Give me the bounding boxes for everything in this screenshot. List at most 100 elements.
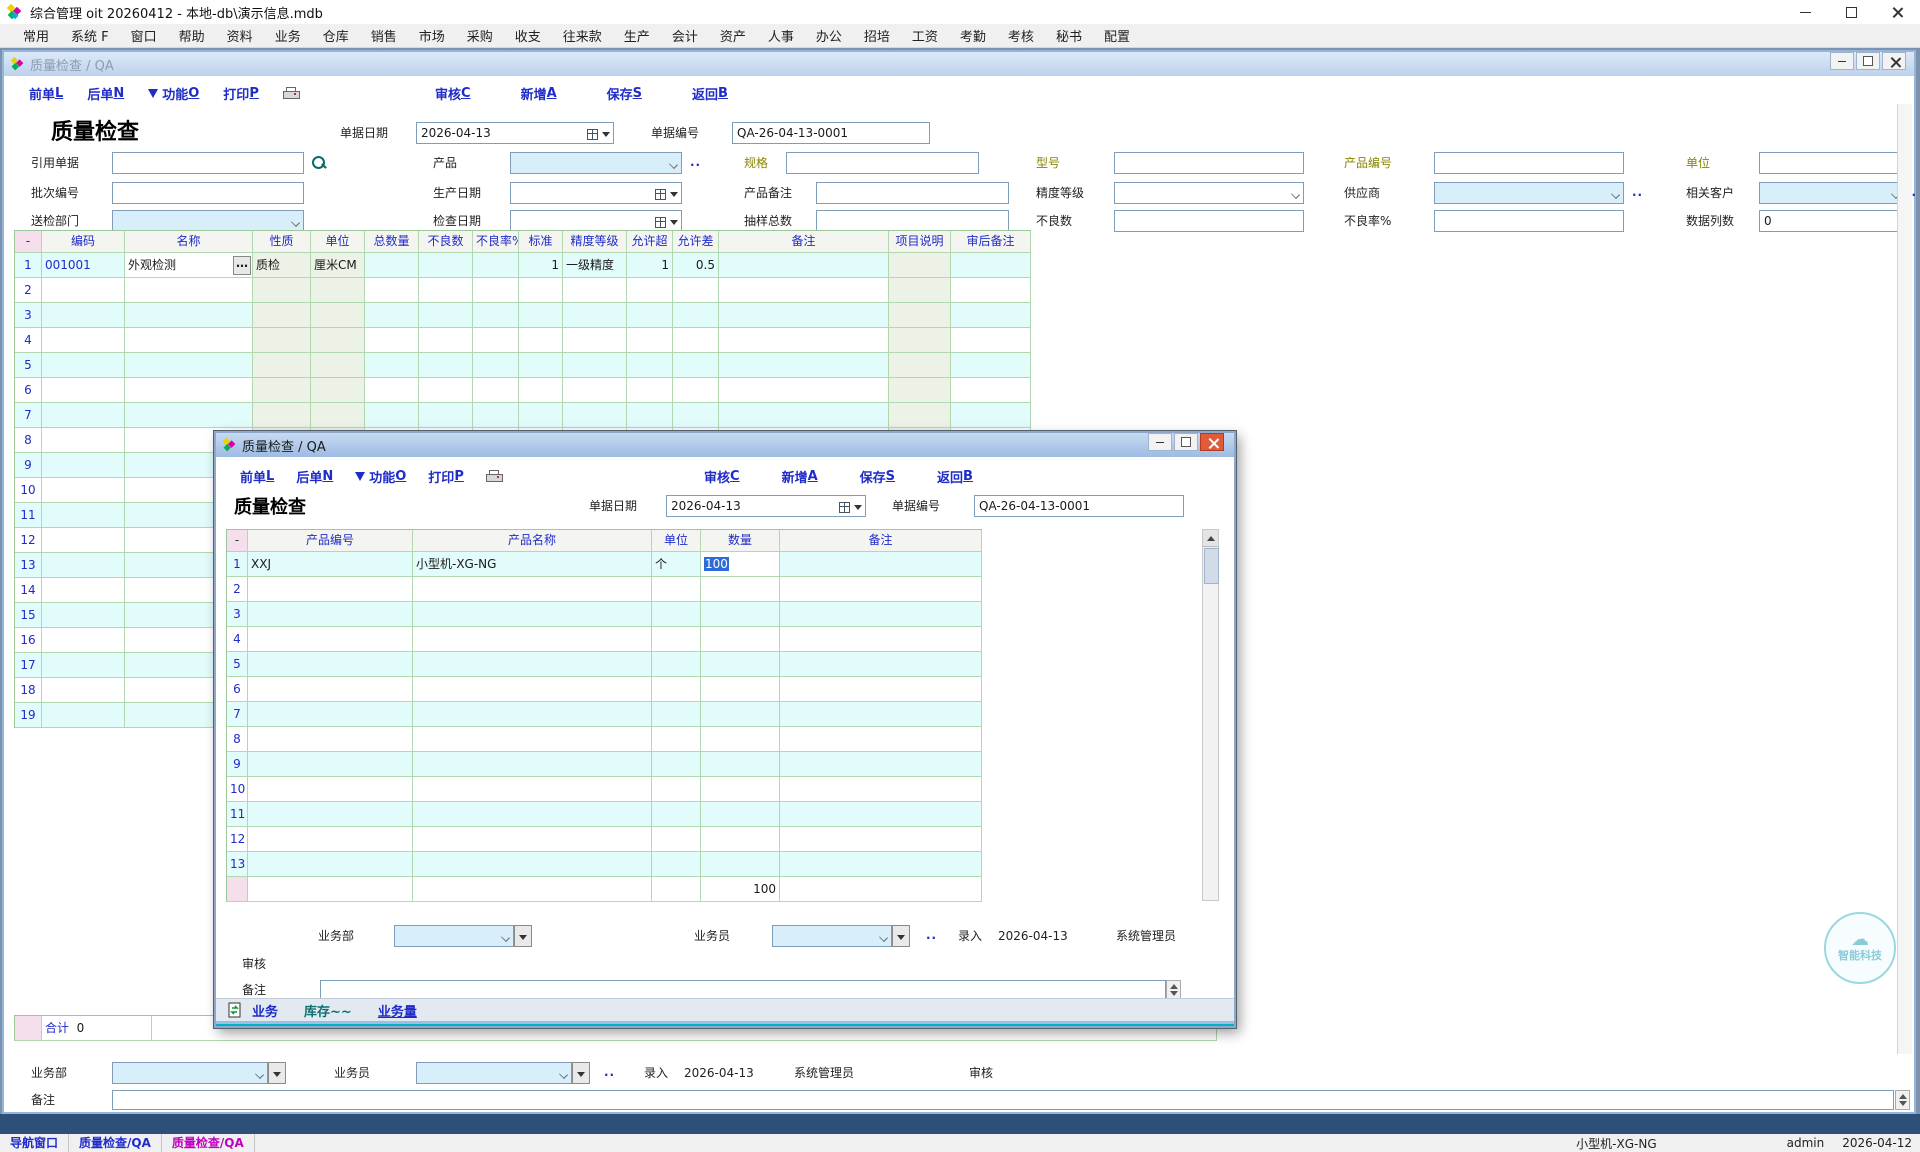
- grid-cell[interactable]: [652, 652, 701, 677]
- grid-cell[interactable]: [889, 403, 951, 428]
- grid-cell[interactable]: [563, 353, 627, 378]
- grid-cell[interactable]: [473, 353, 519, 378]
- grid-cell[interactable]: [365, 353, 419, 378]
- grid-cell[interactable]: [519, 403, 563, 428]
- grid-cell[interactable]: [42, 453, 125, 478]
- grid-cell[interactable]: [42, 628, 125, 653]
- grid-cell[interactable]: [413, 702, 652, 727]
- grid-cell[interactable]: [780, 752, 982, 777]
- grid-cell[interactable]: [889, 303, 951, 328]
- supplier-dropdown[interactable]: [1434, 182, 1624, 204]
- grid-cell[interactable]: [673, 278, 719, 303]
- grid-cell[interactable]: [473, 253, 519, 278]
- grid-cell[interactable]: [673, 403, 719, 428]
- grid-cell[interactable]: [413, 727, 652, 752]
- note-input[interactable]: [320, 980, 1166, 1000]
- doc-date-input[interactable]: 2026-04-13: [416, 122, 614, 144]
- grid-cell[interactable]: XXJ: [248, 552, 413, 577]
- minimize-button[interactable]: [1782, 0, 1828, 24]
- row-selector[interactable]: 2: [227, 577, 248, 602]
- column-header[interactable]: 项目说明: [889, 231, 951, 253]
- prod-date-input[interactable]: [510, 182, 682, 204]
- menu-item-4[interactable]: 资料: [216, 23, 264, 48]
- grid-cell[interactable]: [42, 278, 125, 303]
- close-button[interactable]: [1874, 0, 1920, 24]
- grid-cell[interactable]: [248, 677, 413, 702]
- grid-cell[interactable]: [125, 303, 253, 328]
- dropdown-arrow-icon[interactable]: [854, 505, 862, 510]
- row-selector[interactable]: 15: [15, 603, 42, 628]
- grid-cell[interactable]: [627, 353, 673, 378]
- column-header[interactable]: 单位: [311, 231, 365, 253]
- row-selector[interactable]: 11: [15, 503, 42, 528]
- column-header[interactable]: 标准: [519, 231, 563, 253]
- grid-cell[interactable]: 一级精度: [563, 253, 627, 278]
- column-header[interactable]: 备注: [719, 231, 889, 253]
- grid-cell[interactable]: [673, 328, 719, 353]
- grid-cell[interactable]: [701, 652, 780, 677]
- grid-cell[interactable]: [125, 353, 253, 378]
- grid-cell[interactable]: [413, 827, 652, 852]
- grid-cell[interactable]: [253, 278, 311, 303]
- back-button[interactable]: 返回B: [937, 467, 973, 486]
- grid-cell[interactable]: [652, 702, 701, 727]
- grid-cell[interactable]: [365, 303, 419, 328]
- dept-dropdown[interactable]: [112, 210, 304, 232]
- grid-cell[interactable]: [627, 328, 673, 353]
- grid-cell[interactable]: [253, 403, 311, 428]
- menu-item-15[interactable]: 人事: [757, 23, 805, 48]
- grid-cell[interactable]: [652, 852, 701, 877]
- menu-item-0[interactable]: 常用: [12, 23, 60, 48]
- grid-cell[interactable]: [473, 378, 519, 403]
- supplier-more-button[interactable]: ..: [1632, 185, 1643, 199]
- save-button[interactable]: 保存S: [607, 84, 642, 103]
- grid-cell[interactable]: [413, 652, 652, 677]
- grid-cell[interactable]: 小型机-XG-NG: [413, 552, 652, 577]
- grid-cell[interactable]: [701, 752, 780, 777]
- menu-item-6[interactable]: 仓库: [312, 23, 360, 48]
- grid-cell[interactable]: 1: [627, 253, 673, 278]
- menu-item-12[interactable]: 生产: [613, 23, 661, 48]
- column-header[interactable]: 不良数: [419, 231, 473, 253]
- grid-cell[interactable]: [125, 378, 253, 403]
- row-selector[interactable]: 8: [227, 727, 248, 752]
- grid-cell[interactable]: [701, 827, 780, 852]
- grid-cell[interactable]: [780, 627, 982, 652]
- column-header[interactable]: 产品名称: [413, 530, 652, 552]
- grid-cell[interactable]: [365, 403, 419, 428]
- column-header[interactable]: 性质: [253, 231, 311, 253]
- batch-no-input[interactable]: [112, 182, 304, 204]
- grid-cell[interactable]: [42, 303, 125, 328]
- doc-restore-button[interactable]: [1856, 52, 1880, 70]
- grid-cell[interactable]: 001001: [42, 253, 125, 278]
- grid-cell[interactable]: [248, 577, 413, 602]
- grid-cell[interactable]: [652, 777, 701, 802]
- column-header[interactable]: 允许超: [627, 231, 673, 253]
- column-header[interactable]: 备注: [780, 530, 982, 552]
- grid-cell[interactable]: [780, 677, 982, 702]
- grid-cell[interactable]: [563, 403, 627, 428]
- grid-cell[interactable]: [652, 752, 701, 777]
- clerk-dd-button[interactable]: [892, 925, 910, 947]
- maximize-button[interactable]: [1828, 0, 1874, 24]
- doc-no-input[interactable]: QA-26-04-13-0001: [732, 122, 930, 144]
- grid-cell[interactable]: [780, 552, 982, 577]
- grid-cell[interactable]: [311, 403, 365, 428]
- grid-cell[interactable]: [673, 353, 719, 378]
- menu-item-9[interactable]: 采购: [456, 23, 504, 48]
- grid-cell[interactable]: [563, 328, 627, 353]
- grid-cell[interactable]: [673, 378, 719, 403]
- menu-item-7[interactable]: 销售: [360, 23, 408, 48]
- row-selector[interactable]: 4: [227, 627, 248, 652]
- grid-cell[interactable]: [42, 653, 125, 678]
- menu-item-8[interactable]: 市场: [408, 23, 456, 48]
- grid-cell[interactable]: [413, 777, 652, 802]
- doc-minimize-button[interactable]: [1830, 52, 1854, 70]
- precision-dropdown[interactable]: [1114, 182, 1304, 204]
- popup-restore-button[interactable]: [1174, 433, 1198, 451]
- grid-cell[interactable]: [248, 702, 413, 727]
- grid-cell[interactable]: [951, 328, 1031, 353]
- grid-cell[interactable]: [951, 378, 1031, 403]
- menu-item-10[interactable]: 收支: [504, 23, 552, 48]
- audit-button[interactable]: 审核C: [435, 84, 471, 103]
